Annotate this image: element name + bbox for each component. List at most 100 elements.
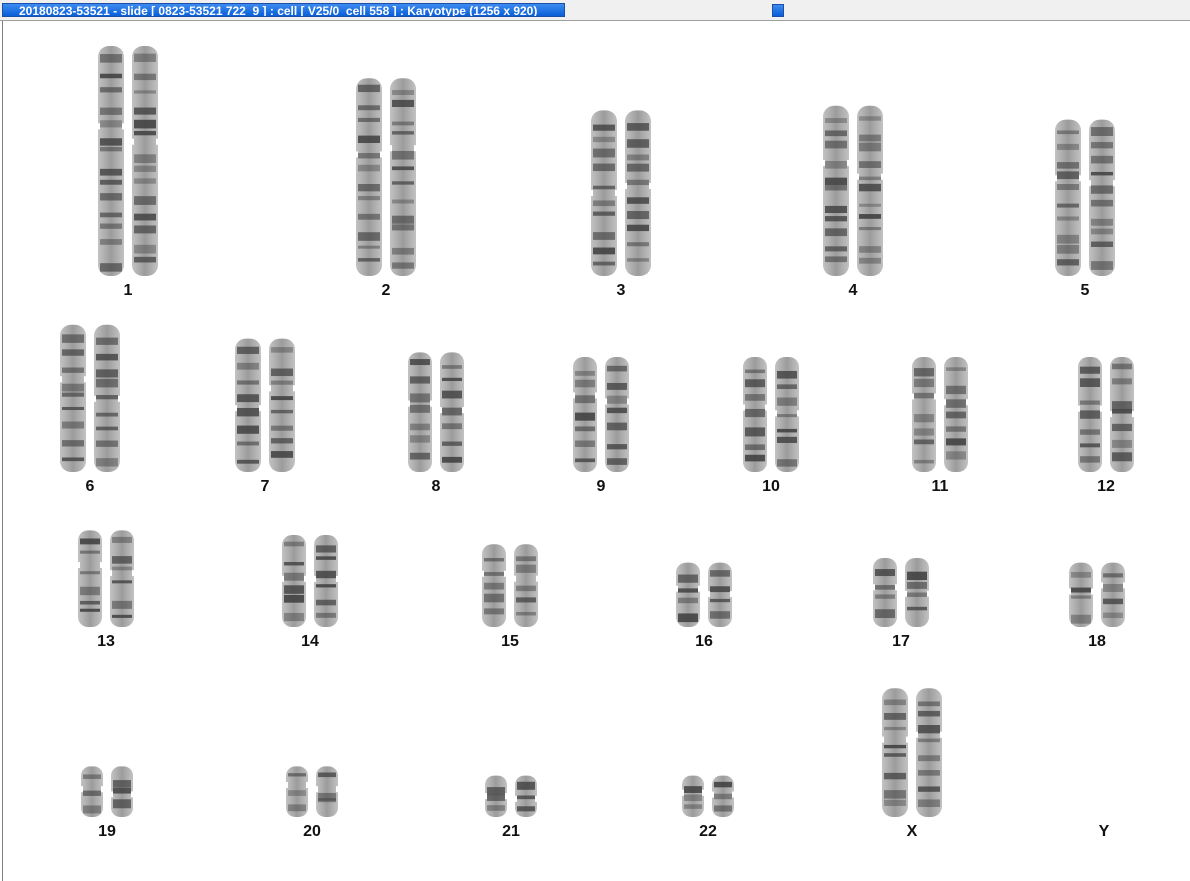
chromosome-16-copy-2[interactable] [707, 562, 733, 627]
chromosome-band [684, 794, 702, 802]
chromosome-13-copy-1[interactable] [77, 530, 103, 627]
chromosome-14-copy-1[interactable] [281, 535, 307, 627]
chromosome-22-copy-1[interactable] [681, 775, 705, 817]
chromosome-band [825, 216, 847, 222]
chromosome-9-copy-1[interactable] [572, 357, 598, 472]
chromosome-band [745, 394, 765, 401]
chromosome-band [100, 212, 122, 218]
chromosome-17-copy-2[interactable] [904, 558, 930, 627]
chromosome-band [607, 422, 627, 431]
chromosome-15-copy-1[interactable] [481, 544, 507, 627]
chromosome-band [575, 379, 595, 388]
chromosome-20-copy-1[interactable] [285, 766, 309, 817]
chromosome-band [859, 116, 881, 121]
chromosome-band [358, 232, 380, 241]
scroll-thumb[interactable] [772, 4, 784, 17]
chromosome-4-copy-1[interactable] [822, 105, 850, 276]
chromosome-7-copy-2[interactable] [268, 338, 296, 472]
chromosome-band [134, 225, 156, 234]
chromosome-2-copy-1[interactable] [355, 78, 383, 276]
chromosome-21-copy-2[interactable] [514, 775, 538, 817]
chromosome-8-copy-1[interactable] [407, 352, 433, 472]
chromosome-12-copy-1[interactable] [1077, 357, 1103, 472]
chromosome-band [575, 440, 595, 448]
chromosome-19-copy-1[interactable] [80, 766, 104, 817]
chromosome-band [392, 121, 414, 126]
chromosome-band [1080, 456, 1100, 463]
centromere [934, 393, 937, 400]
chromosome-6-copy-2[interactable] [93, 324, 121, 472]
chromosome-11-copy-1[interactable] [911, 357, 937, 472]
chromosome-body [605, 357, 629, 472]
chromosome-10-copy-1[interactable] [742, 357, 768, 472]
chromosome-band [442, 456, 462, 463]
chromosome-1-copy-2[interactable] [131, 46, 159, 276]
chromosome-2-copy-2[interactable] [389, 78, 417, 276]
chromosome-band [1057, 234, 1079, 244]
chromosome-band [884, 799, 906, 806]
chromosome-band [134, 90, 156, 94]
chromosome-10-copy-2[interactable] [774, 357, 800, 472]
chromosome-band [484, 558, 504, 562]
chromosome-7-copy-1[interactable] [234, 338, 262, 472]
chromosome-band [410, 359, 430, 366]
window-title[interactable]: 20180823-53521 - slide [ 0823-53521 722_… [2, 3, 565, 17]
chromosome-band [392, 150, 414, 160]
centromere [268, 385, 271, 392]
chromosome-band [80, 586, 100, 596]
chromosome-16-copy-1[interactable] [675, 562, 701, 627]
chromosome-band [946, 426, 966, 432]
chromosome-21-copy-1[interactable] [484, 775, 508, 817]
chromosome-band [1091, 228, 1113, 235]
chromosome-band [83, 790, 101, 796]
chromosome-band [1057, 171, 1079, 180]
chromosome-X-copy-2[interactable] [915, 688, 943, 817]
chromosome-band [358, 105, 380, 111]
chromosome-5-copy-2[interactable] [1088, 119, 1116, 276]
centromere [572, 392, 575, 399]
centromere [1132, 411, 1135, 418]
chromosome-13-copy-2[interactable] [109, 530, 135, 627]
chromosome-3-copy-1[interactable] [590, 110, 618, 277]
chromosome-band [714, 805, 732, 812]
chromosome-band [442, 365, 462, 369]
chromosome-9-copy-2[interactable] [604, 357, 630, 472]
window-titlebar: 20180823-53521 - slide [ 0823-53521 722_… [0, 0, 1190, 21]
chromosome-3-copy-2[interactable] [624, 110, 652, 277]
chromosome-12-copy-2[interactable] [1109, 357, 1135, 472]
chromosome-5-copy-1[interactable] [1054, 119, 1082, 276]
chromosome-20-copy-2[interactable] [315, 766, 339, 817]
chromosome-band [825, 177, 847, 186]
chromosome-band [825, 246, 847, 252]
chromosome-band [825, 228, 847, 237]
chromosome-band [358, 135, 380, 144]
chromosome-band [112, 580, 132, 584]
chromosome-4-copy-2[interactable] [856, 105, 884, 276]
chromosome-6-copy-1[interactable] [59, 324, 87, 472]
centromere [59, 376, 62, 383]
chromosome-11-copy-2[interactable] [943, 357, 969, 472]
chromosome-band [627, 197, 649, 204]
chromosome-X-copy-1[interactable] [881, 688, 909, 817]
chromosome-band [678, 574, 698, 583]
centromere [80, 786, 83, 793]
chromosome-band [907, 581, 927, 589]
chromosome-band [607, 407, 627, 414]
chromosome-1-copy-1[interactable] [97, 46, 125, 276]
chromosome-19-copy-2[interactable] [110, 766, 134, 817]
chromosome-band [777, 436, 797, 443]
chromosome-band [678, 597, 698, 604]
chromosome-band [484, 572, 504, 576]
chromosome-14-copy-2[interactable] [313, 535, 339, 627]
chromosome-8-copy-2[interactable] [439, 352, 465, 472]
chromosome-band [316, 612, 336, 618]
chromosome-label-18: 18 [1088, 633, 1106, 650]
chromosome-18-copy-2[interactable] [1100, 562, 1126, 627]
chromosome-18-copy-1[interactable] [1068, 562, 1094, 627]
chromosome-label-17: 17 [892, 633, 910, 650]
centromere [132, 570, 135, 577]
chromosome-17-copy-1[interactable] [872, 558, 898, 627]
centromere [110, 791, 113, 798]
chromosome-22-copy-2[interactable] [711, 775, 735, 817]
chromosome-15-copy-2[interactable] [513, 544, 539, 627]
